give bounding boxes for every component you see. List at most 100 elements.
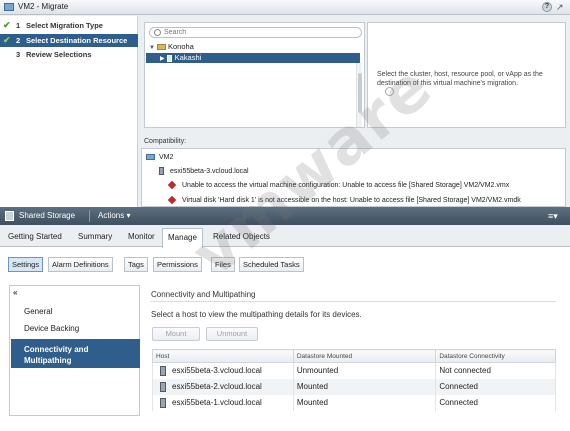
datacenter-icon — [157, 44, 166, 51]
step-select-migration-type[interactable]: ✔ 1 Select Migration Type — [0, 19, 138, 32]
expand-icon[interactable]: ↗ — [556, 1, 564, 13]
chevron-right-icon[interactable]: ▶ — [160, 56, 165, 62]
compatibility-panel: VM2 esxi55beta-3.vcloud.local Unable to … — [141, 148, 566, 207]
mounted-cell: Unmounted — [292, 362, 437, 379]
subtab-files[interactable]: Files — [211, 257, 235, 272]
nav-item-label: Multipathing — [24, 356, 72, 365]
connectivity-cell: Connected — [435, 378, 556, 395]
compat-host-name: esxi55beta-3.vcloud.local — [170, 168, 249, 175]
vm-icon — [4, 3, 14, 11]
connectivity-cell: Not connected — [435, 362, 556, 379]
host-name: esxi55beta-1.vcloud.local — [172, 397, 262, 407]
collapse-icon[interactable]: « — [13, 288, 17, 297]
mounted-cell: Mounted — [292, 394, 437, 411]
tree-scrollbar[interactable] — [356, 63, 362, 127]
search-icon — [154, 29, 161, 36]
host-icon — [160, 365, 166, 376]
nav-item-label: Connectivity and — [24, 345, 89, 354]
help-icon[interactable]: ? — [542, 2, 552, 12]
tab-related-objects[interactable]: Related Objects — [213, 232, 270, 241]
scrollbar-thumb[interactable] — [358, 73, 362, 113]
compatibility-label: Compatibility: — [144, 138, 187, 145]
tree-node-label: Kakashi — [174, 53, 202, 62]
compat-vm-name: VM2 — [159, 154, 174, 161]
error-icon — [167, 180, 177, 190]
host-icon — [160, 381, 166, 392]
step-label: Select Destination Resource — [26, 36, 128, 45]
dialog-title-bar: VM2 - Migrate ? ↗ — [0, 0, 570, 15]
destination-tree-panel: ▼ Konoha ▶ Kakashi — [144, 22, 365, 128]
mount-button[interactable]: Mount — [152, 327, 200, 341]
table-row[interactable]: esxi55beta-1.vcloud.local Mounted Connec… — [152, 394, 556, 411]
unmount-button[interactable]: Unmount — [206, 327, 258, 341]
compat-error-text: Virtual disk 'Hard disk 1' is not access… — [182, 197, 521, 204]
nav-item-device-backing[interactable]: Device Backing — [24, 324, 79, 333]
tab-summary[interactable]: Summary — [78, 232, 112, 241]
divider — [150, 301, 556, 302]
mounted-cell: Mounted — [292, 378, 437, 395]
subtab-permissions[interactable]: Permissions — [153, 257, 202, 272]
cursor-icon — [385, 87, 394, 96]
host-cell: esxi55beta-3.vcloud.local — [152, 362, 294, 379]
compat-error-row: Unable to access the virtual machine con… — [167, 180, 510, 191]
step-label: Review Selections — [26, 50, 92, 59]
subtab-scheduled-tasks[interactable]: Scheduled Tasks — [239, 257, 304, 272]
tab-monitor[interactable]: Monitor — [128, 232, 155, 241]
object-header: Shared Storage Actions ▾ ≡▾ — [0, 207, 570, 225]
manage-subtabs: Settings Alarm Definitions Tags Permissi… — [0, 248, 570, 276]
checkmark-icon: ✔ — [3, 35, 11, 45]
search-input[interactable] — [164, 28, 354, 37]
step-label: Select Migration Type — [26, 21, 103, 30]
column-header-datastore-mounted[interactable]: Datastore Mounted — [292, 349, 437, 363]
table-row[interactable]: esxi55beta-2.vcloud.local Mounted Connec… — [152, 378, 556, 395]
object-title: Shared Storage — [19, 211, 76, 220]
host-icon — [160, 397, 166, 408]
error-icon — [167, 195, 177, 205]
menu-icon[interactable]: ≡▾ — [548, 211, 558, 222]
compat-error-text: Unable to access the virtual machine con… — [182, 182, 510, 189]
tab-getting-started[interactable]: Getting Started — [8, 232, 62, 241]
compat-error-row: Virtual disk 'Hard disk 1' is not access… — [167, 195, 521, 206]
vm-icon — [146, 154, 155, 161]
subtab-alarm-definitions[interactable]: Alarm Definitions — [48, 257, 113, 272]
hosts-table: Host Datastore Mounted Datastore Connect… — [152, 349, 556, 411]
compat-host-row: esxi55beta-3.vcloud.local — [159, 167, 249, 177]
actions-menu[interactable]: Actions ▾ — [98, 211, 130, 220]
dialog-title: VM2 - Migrate — [18, 2, 69, 11]
tree-node-konoha[interactable]: ▼ Konoha — [149, 42, 194, 52]
compat-vm-row: VM2 — [146, 153, 173, 163]
subtab-settings[interactable]: Settings — [8, 257, 44, 272]
chevron-down-icon[interactable]: ▼ — [149, 43, 157, 53]
table-header-row: Host Datastore Mounted Datastore Connect… — [152, 349, 556, 363]
settings-nav: « General Device Backing Connectivity an… — [9, 285, 140, 416]
step-select-destination-resource[interactable]: ✔ 2 Select Destination Resource — [0, 34, 138, 47]
column-header-host[interactable]: Host — [152, 349, 294, 363]
step-number: 2 — [16, 36, 21, 45]
host-cell: esxi55beta-2.vcloud.local — [152, 378, 294, 395]
checkmark-icon: ✔ — [3, 20, 11, 30]
destination-hint-panel: Select the cluster, host, resource pool,… — [367, 22, 566, 128]
wizard-steps: ✔ 1 Select Migration Type ✔ 2 Select Des… — [0, 16, 138, 207]
step-review-selections[interactable]: 3 Review Selections — [0, 48, 138, 61]
host-name: esxi55beta-2.vcloud.local — [172, 381, 262, 391]
cluster-icon — [166, 54, 172, 62]
section-description: Select a host to view the multipathing d… — [151, 310, 362, 319]
datastore-icon — [5, 211, 14, 221]
nav-item-general[interactable]: General — [24, 307, 52, 316]
divider — [89, 210, 90, 222]
connectivity-cell: Connected — [435, 394, 556, 411]
search-box[interactable] — [149, 27, 362, 38]
host-icon — [159, 167, 164, 176]
tree-node-label: Konoha — [168, 42, 194, 51]
object-tabs: Getting Started Summary Monitor Manage R… — [0, 225, 570, 248]
step-number: 1 — [16, 21, 21, 30]
tab-manage[interactable]: Manage — [162, 228, 203, 248]
tree-node-kakashi[interactable]: ▶ Kakashi — [146, 53, 360, 63]
step-number: 3 — [16, 50, 21, 59]
column-header-datastore-connectivity[interactable]: Datastore Connectivity — [435, 349, 556, 363]
host-name: esxi55beta-3.vcloud.local — [172, 365, 262, 375]
table-row[interactable]: esxi55beta-3.vcloud.local Unmounted Not … — [152, 362, 556, 379]
destination-hint: Select the cluster, host, resource pool,… — [377, 71, 543, 87]
nav-item-connectivity-multipathing[interactable]: Connectivity and Multipathing — [11, 339, 140, 368]
subtab-tags[interactable]: Tags — [124, 257, 148, 272]
